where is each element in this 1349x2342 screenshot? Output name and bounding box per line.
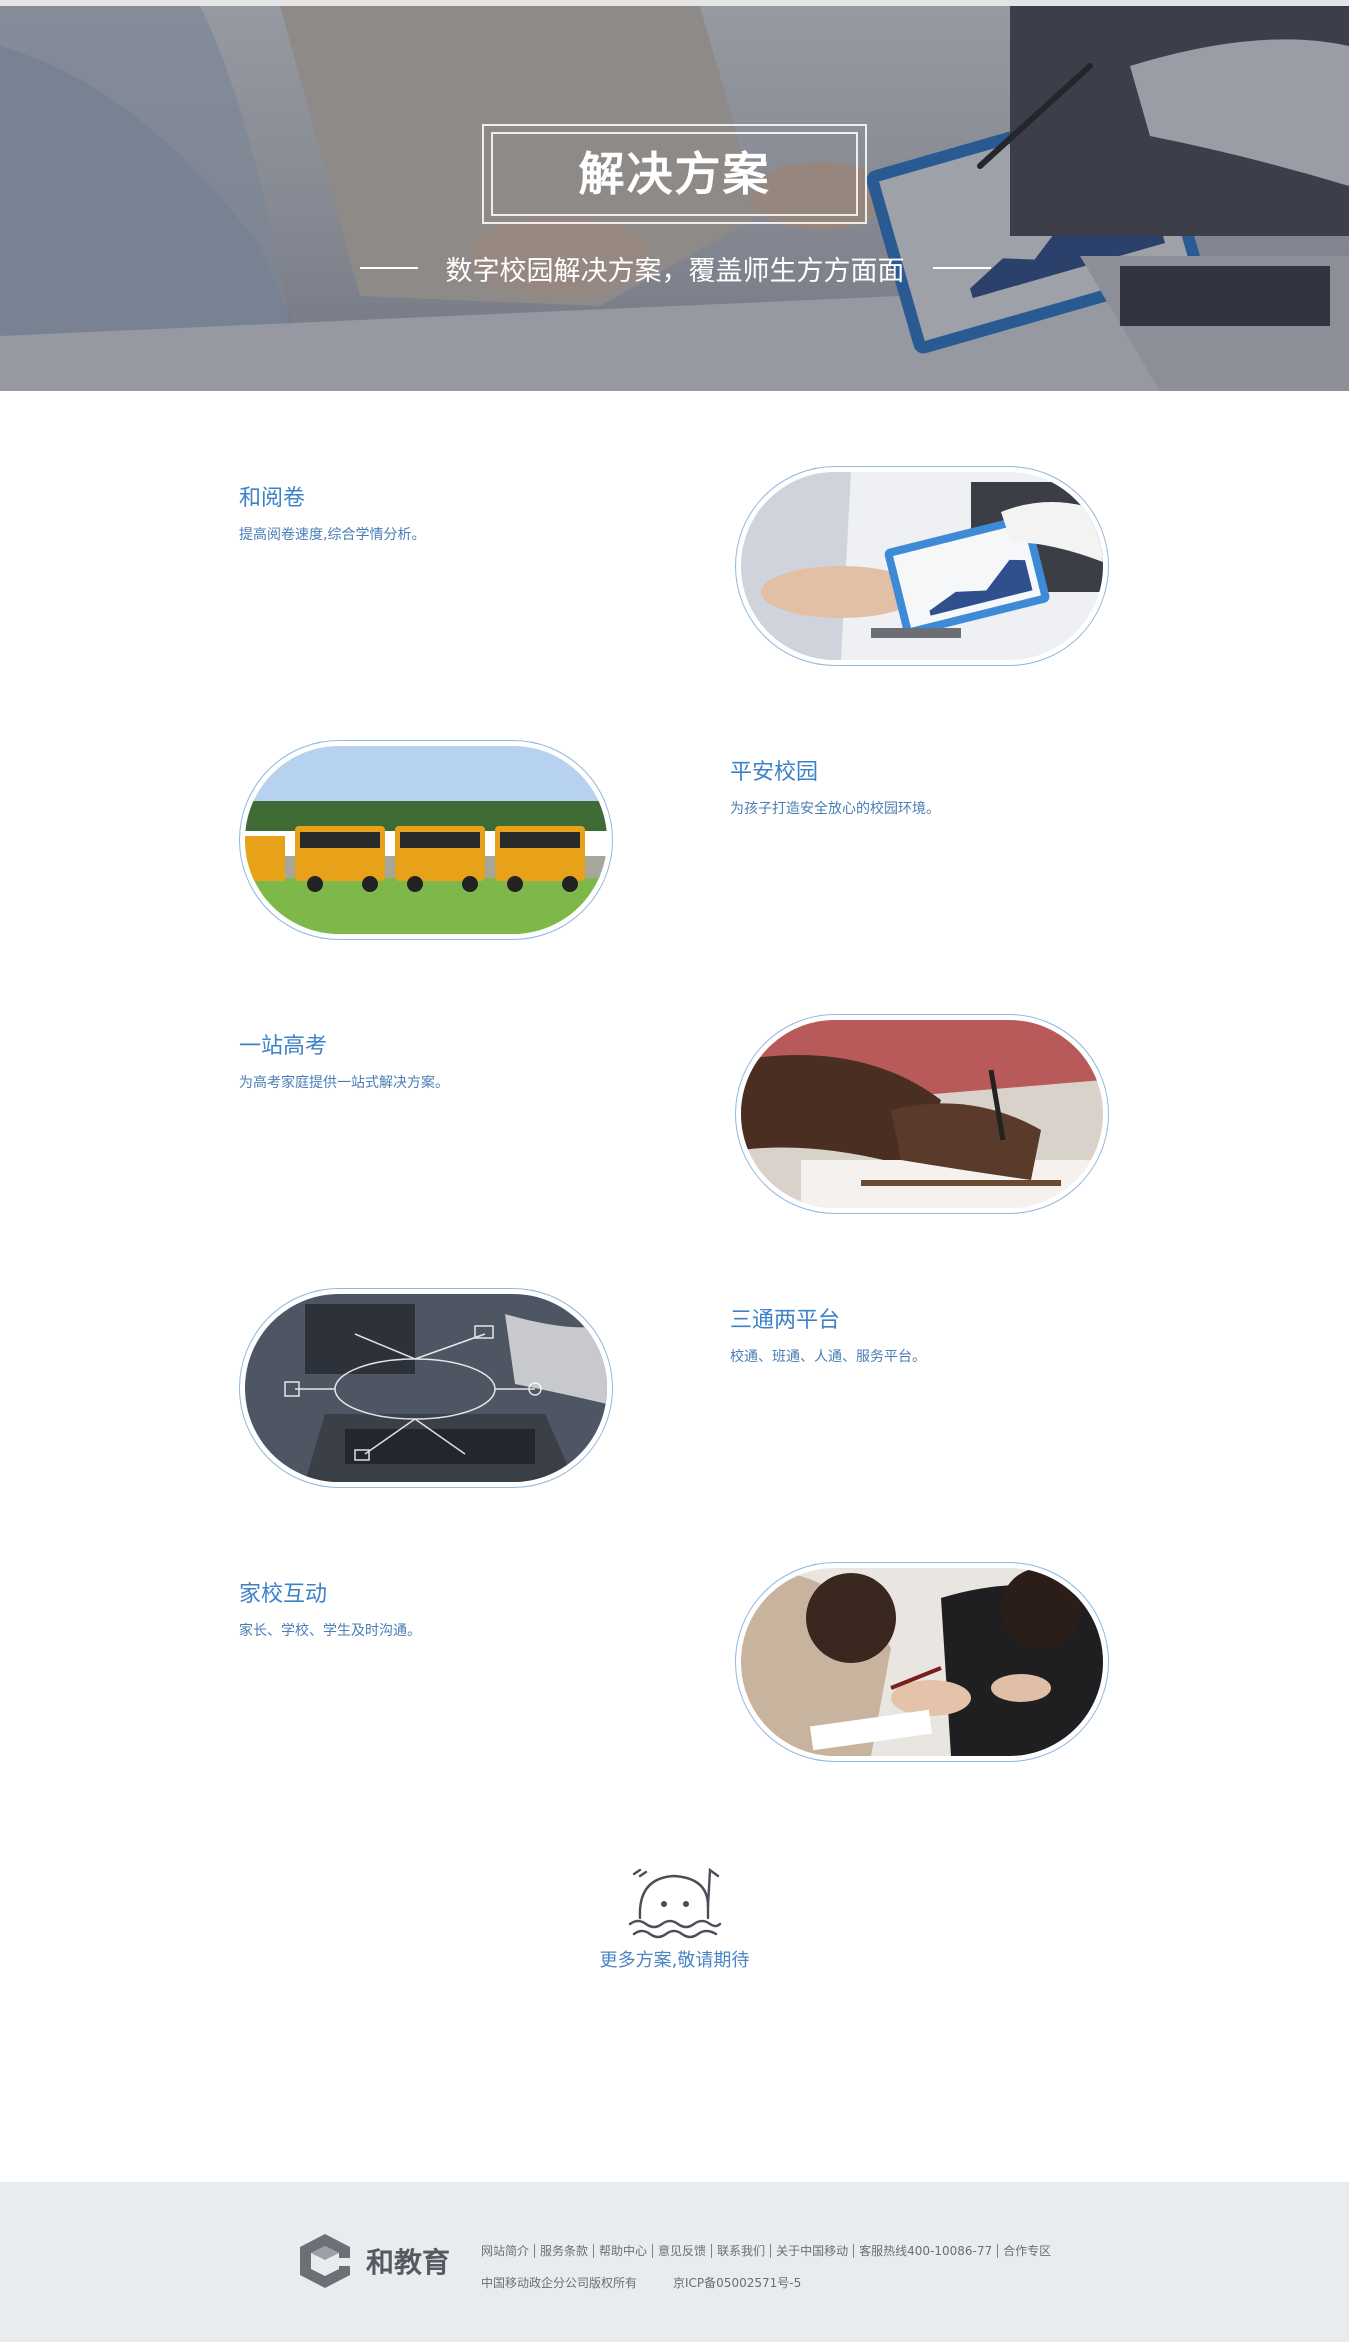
footer-link-divider bbox=[593, 2243, 595, 2258]
solution-text: 和阅卷 提高阅卷速度,综合学情分析。 bbox=[239, 480, 599, 544]
footer-link-divider bbox=[770, 2243, 772, 2258]
footer-link-partners[interactable]: 合作专区 bbox=[1003, 2242, 1051, 2259]
footer-link-terms[interactable]: 服务条款 bbox=[540, 2242, 588, 2259]
footer-logo[interactable]: 和教育 bbox=[294, 2230, 450, 2292]
solution-item[interactable]: 和阅卷 提高阅卷速度,综合学情分析。 bbox=[0, 466, 1349, 666]
solution-item[interactable]: 一站高考 为高考家庭提供一站式解决方案。 bbox=[0, 1014, 1349, 1214]
solution-text: 三通两平台 校通、班通、人通、服务平台。 bbox=[730, 1302, 1090, 1366]
footer-logo-text: 和教育 bbox=[366, 2246, 451, 2279]
subtitle-left-dash bbox=[359, 267, 418, 269]
footer-icp[interactable]: 京ICP备05002571号-5 bbox=[673, 2274, 801, 2291]
solution-title[interactable]: 一站高考 bbox=[239, 1028, 599, 1060]
footer-link-about-cmcc[interactable]: 关于中国移动 bbox=[776, 2242, 848, 2259]
writing-exam-photo bbox=[741, 1020, 1103, 1208]
solution-image[interactable] bbox=[735, 1014, 1109, 1214]
solution-image[interactable] bbox=[239, 740, 613, 940]
solution-desc: 校通、班通、人通、服务平台。 bbox=[730, 1349, 926, 1365]
smiling-mascot-icon bbox=[628, 1867, 722, 1939]
laptop-network-photo bbox=[245, 1294, 607, 1482]
tablet-chart-photo bbox=[741, 472, 1103, 660]
hero-subtitle-row: 数字校园解决方案，覆盖师生方方面面 bbox=[340, 246, 1010, 290]
solution-text: 家校互动 家长、学校、学生及时沟通。 bbox=[239, 1576, 599, 1640]
solution-title[interactable]: 平安校园 bbox=[730, 754, 1090, 786]
solution-item[interactable]: 三通两平台 校通、班通、人通、服务平台。 bbox=[0, 1288, 1349, 1488]
logo-cube-icon bbox=[300, 2234, 350, 2288]
school-bus-photo bbox=[245, 746, 607, 934]
footer-link-help[interactable]: 帮助中心 bbox=[599, 2242, 647, 2259]
solution-image[interactable] bbox=[239, 1288, 613, 1488]
solution-item[interactable]: 家校互动 家长、学校、学生及时沟通。 bbox=[0, 1562, 1349, 1762]
footer-link-about[interactable]: 网站简介 bbox=[481, 2242, 529, 2259]
more-solutions-text: 更多方案,敬请期待 bbox=[599, 1950, 750, 1971]
subtitle-right-dash bbox=[932, 267, 991, 269]
solution-item[interactable]: 平安校园 为孩子打造安全放心的校园环境。 bbox=[0, 740, 1349, 940]
footer: 和教育 网站简介 服务条款 帮助中心 意见反馈 联系我们 关于中国移动 客服热线… bbox=[0, 2182, 1349, 2342]
solution-title[interactable]: 三通两平台 bbox=[730, 1302, 1090, 1334]
solution-desc: 家长、学校、学生及时沟通。 bbox=[239, 1623, 421, 1639]
more-solutions-section: 更多方案,敬请期待 bbox=[0, 1850, 1349, 1971]
footer-link-hotline[interactable]: 客服热线400-10086-77 bbox=[859, 2242, 992, 2259]
footer-copyright-row: 中国移动政企分公司版权所有 京ICP备05002571号-5 bbox=[481, 2274, 801, 2291]
solution-image[interactable] bbox=[735, 1562, 1109, 1762]
parents-meeting-photo bbox=[741, 1568, 1103, 1756]
solution-title[interactable]: 家校互动 bbox=[239, 1576, 599, 1608]
solution-desc: 为高考家庭提供一站式解决方案。 bbox=[239, 1075, 449, 1091]
footer-link-feedback[interactable]: 意见反馈 bbox=[658, 2242, 706, 2259]
page-title: 解决方案 bbox=[578, 147, 771, 201]
footer-link-divider bbox=[534, 2243, 536, 2258]
hero-banner: 解决方案 数字校园解决方案，覆盖师生方方面面 bbox=[0, 0, 1349, 391]
solution-text: 一站高考 为高考家庭提供一站式解决方案。 bbox=[239, 1028, 599, 1092]
footer-link-divider bbox=[997, 2243, 999, 2258]
footer-copyright: 中国移动政企分公司版权所有 bbox=[481, 2276, 638, 2290]
footer-link-divider bbox=[853, 2243, 855, 2258]
footer-link-contact[interactable]: 联系我们 bbox=[717, 2242, 765, 2259]
solution-desc: 提高阅卷速度,综合学情分析。 bbox=[239, 527, 426, 543]
footer-link-divider bbox=[652, 2243, 654, 2258]
footer-link-divider bbox=[711, 2243, 713, 2258]
solution-title[interactable]: 和阅卷 bbox=[239, 480, 599, 512]
solution-image[interactable] bbox=[735, 466, 1109, 666]
hero-subtitle: 数字校园解决方案，覆盖师生方方面面 bbox=[445, 255, 905, 287]
solution-text: 平安校园 为孩子打造安全放心的校园环境。 bbox=[730, 754, 1090, 818]
solution-desc: 为孩子打造安全放心的校园环境。 bbox=[730, 801, 940, 817]
footer-links: 网站简介 服务条款 帮助中心 意见反馈 联系我们 关于中国移动 客服热线400-… bbox=[481, 2242, 1051, 2259]
